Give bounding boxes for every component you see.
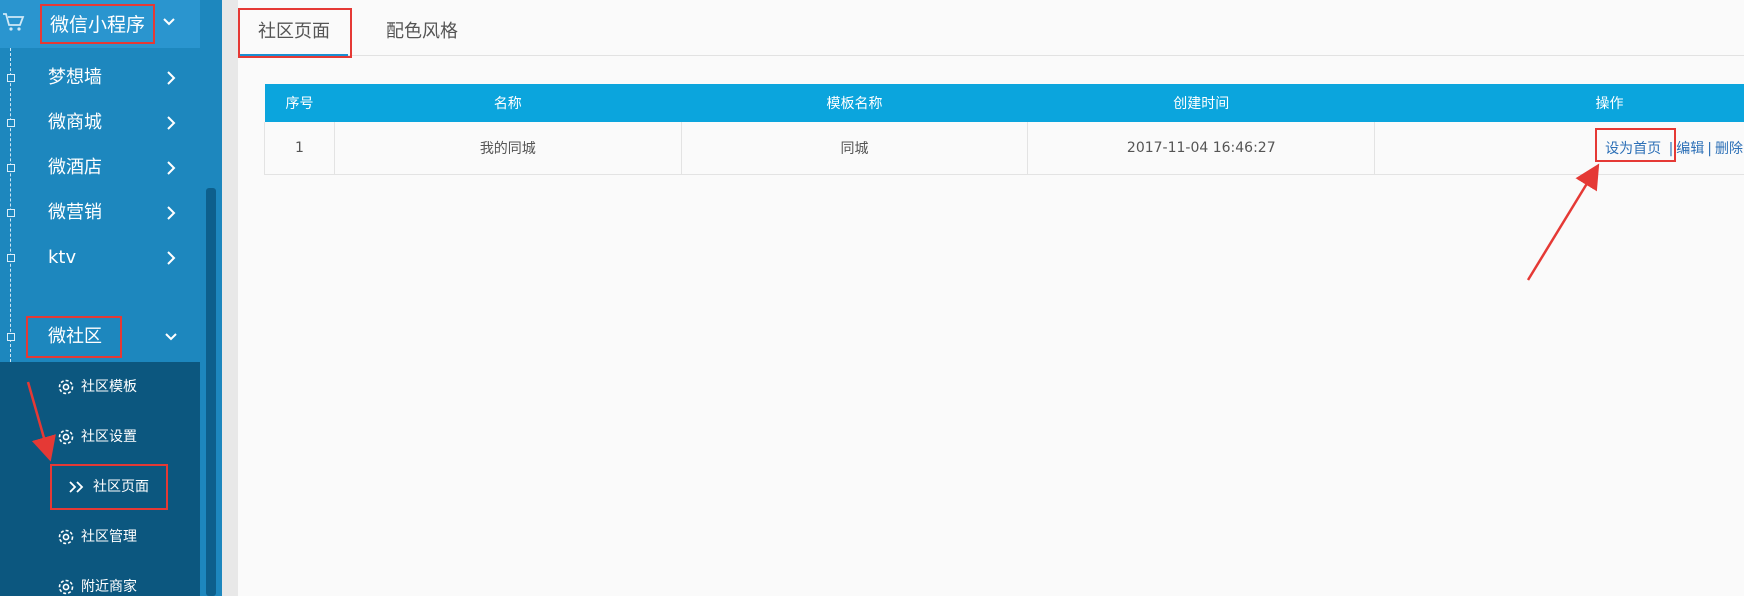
- pages-table: 序号 名称 模板名称 创建时间 操作 1 我的同城 同城 2017-11-04 …: [264, 84, 1744, 175]
- column-header-index: 序号: [265, 84, 335, 122]
- community-submenu: 社区模板 社区设置 社区页面 社区管理: [0, 362, 200, 596]
- cell-actions: 设为首页 |编辑|删除: [1375, 122, 1744, 174]
- sidebar-item-label: 微酒店: [48, 143, 102, 193]
- sidebar-item-community[interactable]: 微社区: [0, 312, 200, 362]
- sidebar-item-marketing[interactable]: 微营销: [0, 188, 200, 238]
- sidebar-item-hotel[interactable]: 微酒店: [0, 143, 200, 193]
- gear-icon: [56, 527, 76, 547]
- tab-community-page[interactable]: 社区页面: [240, 12, 348, 56]
- tree-node: [7, 74, 15, 82]
- chevron-down-icon: [164, 329, 178, 345]
- double-chevron-right-icon: [68, 479, 86, 495]
- chevron-right-icon: [164, 70, 178, 86]
- submenu-item-nearby[interactable]: 附近商家: [0, 562, 200, 612]
- cell-name: 我的同城: [334, 122, 681, 174]
- sidebar-item-label: 微商城: [48, 98, 102, 148]
- sidebar-item-label: 微社区: [48, 312, 102, 362]
- tree-node: [7, 333, 15, 341]
- sidebar: 微信小程序 梦想墙 微商城 微酒店 微营销 ktv 微社区: [0, 0, 200, 596]
- tree-node: [7, 254, 15, 262]
- chevron-down-icon[interactable]: [161, 14, 177, 30]
- set-home-wrapper: 设为首页: [1605, 138, 1661, 158]
- sidebar-item-ktv[interactable]: ktv: [0, 233, 200, 283]
- gear-icon: [56, 577, 76, 597]
- submenu-item-label: 社区页面: [93, 462, 149, 512]
- edit-link[interactable]: 编辑: [1676, 141, 1704, 157]
- submenu-item-manage[interactable]: 社区管理: [0, 512, 200, 562]
- chevron-right-icon: [164, 250, 178, 266]
- submenu-item-templates[interactable]: 社区模板: [0, 362, 200, 412]
- tree-node: [7, 164, 15, 172]
- gear-icon: [56, 427, 76, 447]
- sidebar-item-label: ktv: [48, 233, 76, 283]
- column-header-template: 模板名称: [681, 84, 1028, 122]
- column-header-actions: 操作: [1375, 84, 1744, 122]
- submenu-item-pages[interactable]: 社区页面: [0, 462, 200, 512]
- submenu-item-label: 附近商家: [81, 562, 137, 612]
- sidebar-scroll-thumb[interactable]: [206, 188, 216, 596]
- tree-node: [7, 119, 15, 127]
- sidebar-item-dream-wall[interactable]: 梦想墙: [0, 53, 200, 103]
- column-header-name: 名称: [334, 84, 681, 122]
- sidebar-item-label: 微营销: [48, 188, 102, 238]
- cart-icon: [2, 10, 26, 34]
- table-row: 1 我的同城 同城 2017-11-04 16:46:27 设为首页 |编辑|删…: [265, 122, 1744, 174]
- tab-bar: 社区页面 配色风格: [238, 0, 1744, 56]
- sidebar-header-title[interactable]: 微信小程序: [40, 4, 155, 44]
- tree-node: [7, 209, 15, 217]
- main-content: 社区页面 配色风格 序号 名称 模板名称 创建时间 操作 1 我的同城 同城 2…: [222, 0, 1744, 596]
- chevron-right-icon: [164, 160, 178, 176]
- tab-label: 配色风格: [386, 21, 458, 42]
- tab-color-style[interactable]: 配色风格: [368, 12, 476, 56]
- chevron-right-icon: [164, 205, 178, 221]
- submenu-item-settings[interactable]: 社区设置: [0, 412, 200, 462]
- sidebar-item-label: 梦想墙: [48, 53, 102, 103]
- chevron-right-icon: [164, 115, 178, 131]
- gear-icon: [56, 377, 76, 397]
- submenu-item-label: 社区设置: [81, 412, 137, 462]
- sidebar-header[interactable]: 微信小程序: [0, 0, 200, 48]
- cell-template: 同城: [681, 122, 1028, 174]
- submenu-item-label: 社区管理: [81, 512, 137, 562]
- cell-created: 2017-11-04 16:46:27: [1028, 122, 1375, 174]
- action-separator: |: [1704, 141, 1715, 157]
- highlight-box: [1595, 128, 1676, 162]
- highlight-box: [238, 8, 352, 58]
- sidebar-item-mall[interactable]: 微商城: [0, 98, 200, 148]
- submenu-item-label: 社区模板: [81, 362, 137, 412]
- column-header-created: 创建时间: [1028, 84, 1375, 122]
- table-header-row: 序号 名称 模板名称 创建时间 操作: [265, 84, 1744, 122]
- delete-link[interactable]: 删除: [1715, 141, 1743, 157]
- cell-index: 1: [265, 122, 335, 174]
